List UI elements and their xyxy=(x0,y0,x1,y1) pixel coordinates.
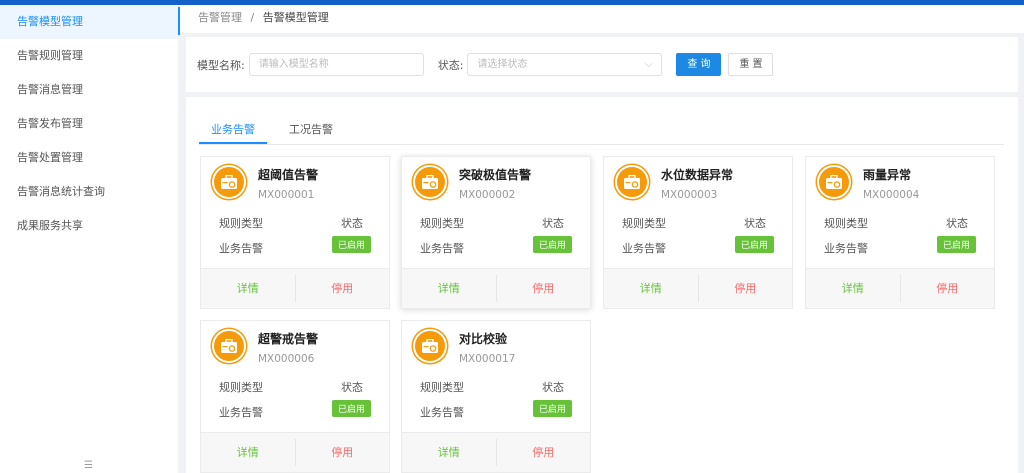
status-label: 状态: xyxy=(437,58,464,72)
sidebar-item-share[interactable]: 成果服务共享 xyxy=(0,209,178,243)
detail-button[interactable]: 详情 xyxy=(402,439,497,466)
status-select[interactable]: 请选择状态 ⌵ xyxy=(467,53,663,76)
card-actions: 详情 停用 xyxy=(402,268,590,308)
alarm-model-icon xyxy=(615,165,649,199)
status-label: 状态 xyxy=(744,217,766,230)
alarm-model-icon xyxy=(212,165,246,199)
model-card: 雨量异常 MX000004 规则类型 状态 业务告警 已启用 详情 停用 xyxy=(805,156,995,309)
card-actions: 详情 停用 xyxy=(201,432,389,472)
tabs: 业务告警 工况告警 xyxy=(199,119,1004,145)
model-card: 水位数据异常 MX000003 规则类型 状态 业务告警 已启用 详情 停用 xyxy=(603,156,793,309)
disable-button[interactable]: 停用 xyxy=(296,433,390,472)
status-badge: 已启用 xyxy=(532,236,572,253)
model-name-input[interactable]: 请输入模型名称 xyxy=(248,53,424,76)
detail-button[interactable]: 详情 xyxy=(402,275,497,302)
model-card: 超阈值告警 MX000001 规则类型 状态 业务告警 已启用 详情 停用 xyxy=(200,156,390,309)
status-badge: 已启用 xyxy=(734,236,774,253)
rule-type-label: 规则类型 xyxy=(420,217,464,230)
status-badge: 已启用 xyxy=(331,236,371,253)
disable-button[interactable]: 停用 xyxy=(901,269,995,308)
card-actions: 详情 停用 xyxy=(604,268,792,308)
model-card: 超警戒告警 MX000006 规则类型 状态 业务告警 已启用 详情 停用 xyxy=(200,320,390,473)
breadcrumb-current: 告警模型管理 xyxy=(262,11,329,24)
query-button[interactable]: 查 询 xyxy=(676,53,722,76)
status-label: 状态 xyxy=(946,217,968,230)
model-title: 突破极值告警 xyxy=(459,168,532,182)
model-title: 超阈值告警 xyxy=(258,168,319,182)
status-label: 状态 xyxy=(341,381,363,394)
disable-button[interactable]: 停用 xyxy=(296,269,390,308)
status-badge: 已启用 xyxy=(532,400,572,417)
status-placeholder: 请选择状态 xyxy=(477,59,528,70)
alarm-model-icon xyxy=(817,165,851,199)
model-title: 对比校验 xyxy=(459,332,508,346)
model-code: MX000017 xyxy=(459,353,516,365)
card-actions: 详情 停用 xyxy=(806,268,994,308)
model-code: MX000001 xyxy=(258,189,315,201)
card-actions: 详情 停用 xyxy=(201,268,389,308)
detail-button[interactable]: 详情 xyxy=(806,275,901,302)
status-label: 状态 xyxy=(542,381,564,394)
rule-type-value: 业务告警 xyxy=(219,406,263,419)
status-badge: 已启用 xyxy=(936,236,976,253)
chevron-down-icon: ⌵ xyxy=(644,59,653,70)
model-card: 对比校验 MX000017 规则类型 状态 业务告警 已启用 详情 停用 xyxy=(401,320,591,473)
rule-type-value: 业务告警 xyxy=(420,242,464,255)
rule-type-value: 业务告警 xyxy=(219,242,263,255)
model-title: 超警戒告警 xyxy=(258,332,319,346)
model-name-label: 模型名称: xyxy=(197,58,245,72)
model-name-placeholder: 请输入模型名称 xyxy=(258,59,329,70)
status-badge: 已启用 xyxy=(331,400,371,417)
sidebar-item-message[interactable]: 告警消息管理 xyxy=(0,73,178,107)
disable-button[interactable]: 停用 xyxy=(699,269,793,308)
sidebar-item-model[interactable]: 告警模型管理 xyxy=(0,5,178,39)
rule-type-label: 规则类型 xyxy=(219,381,263,394)
sidebar-item-publish[interactable]: 告警发布管理 xyxy=(0,107,178,141)
detail-button[interactable]: 详情 xyxy=(604,275,699,302)
sidebar-item-handle[interactable]: 告警处置管理 xyxy=(0,141,178,175)
rule-type-label: 规则类型 xyxy=(824,217,868,230)
model-panel: 业务告警 工况告警 超阈值告警 MX000001 规则类型 状态 业务告警 已启… xyxy=(186,97,1018,473)
breadcrumb: 告警管理 / 告警模型管理 xyxy=(180,5,1024,33)
disable-button[interactable]: 停用 xyxy=(497,269,591,308)
model-title: 水位数据异常 xyxy=(661,168,734,182)
status-label: 状态 xyxy=(542,217,564,230)
status-label: 状态 xyxy=(341,217,363,230)
model-code: MX000002 xyxy=(459,189,516,201)
filter-bar: 模型名称: 请输入模型名称 状态: 请选择状态 ⌵ 查 询 重 置 xyxy=(186,37,1018,92)
rule-type-value: 业务告警 xyxy=(824,242,868,255)
reset-button[interactable]: 重 置 xyxy=(728,53,774,76)
model-code: MX000006 xyxy=(258,353,315,365)
alarm-model-icon xyxy=(413,165,447,199)
tab-business-alarm[interactable]: 业务告警 xyxy=(199,119,267,144)
alarm-model-icon xyxy=(212,329,246,363)
collapse-menu-icon[interactable]: ☰ xyxy=(84,460,93,471)
rule-type-value: 业务告警 xyxy=(420,406,464,419)
tab-condition-alarm[interactable]: 工况告警 xyxy=(277,119,345,144)
model-code: MX000004 xyxy=(863,189,920,201)
model-card: 突破极值告警 MX000002 规则类型 状态 业务告警 已启用 详情 停用 xyxy=(401,156,591,309)
detail-button[interactable]: 详情 xyxy=(201,275,296,302)
breadcrumb-parent[interactable]: 告警管理 xyxy=(198,11,242,24)
sidebar: 告警模型管理 告警规则管理 告警消息管理 告警发布管理 告警处置管理 告警消息统… xyxy=(0,5,178,473)
model-code: MX000003 xyxy=(661,189,718,201)
rule-type-label: 规则类型 xyxy=(622,217,666,230)
model-title: 雨量异常 xyxy=(863,168,912,182)
rule-type-label: 规则类型 xyxy=(420,381,464,394)
alarm-model-icon xyxy=(413,329,447,363)
rule-type-value: 业务告警 xyxy=(622,242,666,255)
sidebar-item-rule[interactable]: 告警规则管理 xyxy=(0,39,178,73)
sidebar-item-stats[interactable]: 告警消息统计查询 xyxy=(0,175,178,209)
breadcrumb-separator: / xyxy=(250,11,255,24)
rule-type-label: 规则类型 xyxy=(219,217,263,230)
disable-button[interactable]: 停用 xyxy=(497,433,591,472)
card-actions: 详情 停用 xyxy=(402,432,590,472)
detail-button[interactable]: 详情 xyxy=(201,439,296,466)
